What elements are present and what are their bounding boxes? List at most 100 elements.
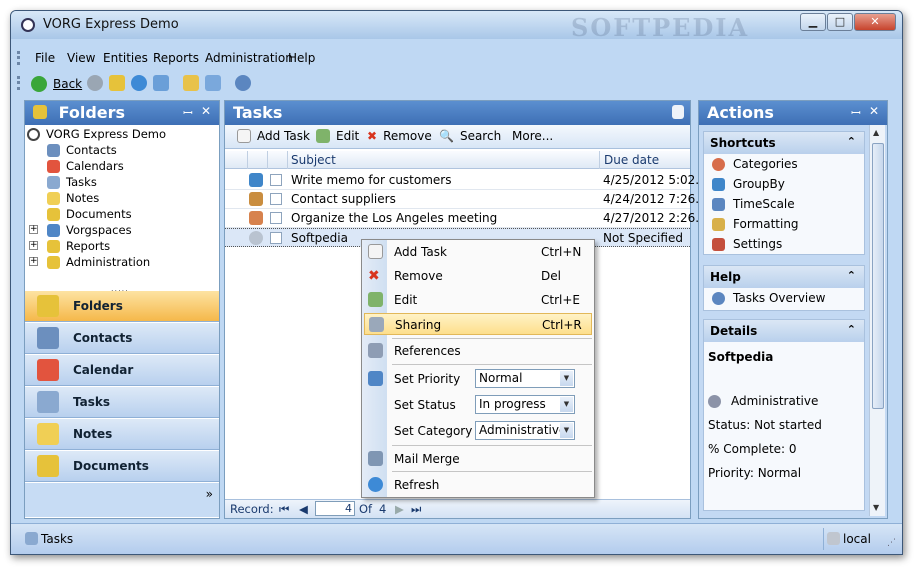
scroll-up-icon[interactable]: ▲ (873, 128, 879, 137)
folders-header-icon (33, 105, 47, 119)
app-icon (21, 18, 35, 32)
tree-item-documents[interactable]: Documents (47, 206, 132, 222)
ctx-set-status[interactable]: Set Status In progress ▼ (364, 394, 592, 416)
scroll-down-icon[interactable]: ▼ (873, 503, 879, 512)
more-button[interactable]: More... (512, 129, 553, 143)
ctx-edit[interactable]: Edit Ctrl+E (364, 289, 592, 311)
nav-folders[interactable]: Folders (25, 291, 219, 322)
tree-item-reports[interactable]: Reports (47, 238, 110, 254)
ctx-references[interactable]: References (364, 340, 592, 362)
minimize-button[interactable]: ▁ (800, 13, 826, 31)
pin-icon[interactable]: ꟷ (183, 104, 193, 121)
table-row[interactable]: Write memo for customers 4/25/2012 5:02.… (225, 171, 707, 190)
menu-reports[interactable]: Reports (153, 51, 199, 65)
task-checkbox[interactable] (270, 212, 282, 224)
expand-administration[interactable]: + (29, 257, 38, 266)
shortcut-timescale[interactable]: TimeScale (704, 194, 864, 214)
last-record-icon[interactable]: ⏭ (411, 502, 421, 517)
maximize-button[interactable]: □ (827, 13, 853, 31)
menu-entities[interactable]: Entities (103, 51, 148, 65)
close-window-button[interactable]: ✕ (854, 13, 896, 31)
menu-view[interactable]: View (67, 51, 95, 65)
chevron-down-icon[interactable]: ▼ (560, 423, 573, 438)
ctx-set-priority[interactable]: Set Priority Normal ▼ (364, 368, 592, 390)
shortcuts-header[interactable]: Shortcuts ⌃ (704, 132, 864, 154)
menu-help[interactable]: Help (288, 51, 315, 65)
column-subject[interactable]: Subject (291, 153, 336, 167)
layout-icon[interactable] (205, 75, 221, 91)
forward-icon[interactable] (87, 75, 103, 91)
help-header[interactable]: Help ⌃ (704, 266, 864, 288)
close-panel-icon[interactable]: ✕ (201, 104, 211, 118)
edit-button[interactable]: Edit (316, 129, 359, 143)
ctx-sharing[interactable]: Sharing Ctrl+R (364, 313, 592, 335)
shortcut-categories[interactable]: Categories (704, 154, 864, 174)
ctx-set-category[interactable]: Set Category Administrative ▼ (364, 420, 592, 442)
task-checkbox[interactable] (270, 232, 282, 244)
record-input[interactable]: 4 (315, 501, 355, 516)
tree-item-administration[interactable]: Administration (47, 254, 150, 270)
menu-administration[interactable]: Administration (205, 51, 293, 65)
resize-grip[interactable]: ⋰ (887, 538, 896, 548)
scroll-thumb[interactable] (872, 143, 884, 409)
folders-view-icon[interactable] (183, 75, 199, 91)
meeting-task-icon (249, 211, 263, 225)
menu-file[interactable]: File (35, 51, 55, 65)
tasks-title: Tasks (233, 103, 283, 122)
shortcut-formatting[interactable]: Formatting (704, 214, 864, 234)
nav-contacts[interactable]: Contacts (25, 323, 219, 354)
status-dropdown[interactable]: In progress ▼ (475, 395, 575, 414)
ctx-label: Refresh (394, 478, 440, 492)
collapse-icon[interactable]: ⌃ (847, 323, 856, 336)
task-checkbox[interactable] (270, 193, 282, 205)
tree-item-tasks[interactable]: Tasks (47, 174, 97, 190)
expand-reports[interactable]: + (29, 241, 38, 250)
nav-calendar[interactable]: Calendar (25, 355, 219, 386)
tasks-header-icon[interactable] (672, 105, 684, 119)
ctx-add-task[interactable]: Add Task Ctrl+N (364, 241, 592, 263)
shortcut-groupby[interactable]: GroupBy (704, 174, 864, 194)
refresh-icon[interactable] (131, 75, 147, 91)
collapse-icon[interactable]: ⌃ (847, 269, 856, 282)
category-dropdown[interactable]: Administrative ▼ (475, 421, 575, 440)
search-button[interactable]: 🔍 Search (439, 129, 501, 143)
task-checkbox[interactable] (270, 174, 282, 186)
expand-vorgspaces[interactable]: + (29, 225, 38, 234)
nav-notes[interactable]: Notes (25, 419, 219, 450)
next-record-icon[interactable]: ▶ (395, 502, 404, 516)
actions-scrollbar[interactable]: ▲ ▼ (869, 125, 885, 516)
table-row[interactable]: Contact suppliers 4/24/2012 7:26... (225, 190, 707, 209)
prev-record-icon[interactable]: ◀ (299, 502, 308, 516)
add-task-button[interactable]: Add Task (237, 129, 310, 143)
details-header[interactable]: Details ⌃ (704, 320, 864, 342)
ctx-remove[interactable]: ✖ Remove Del (364, 265, 592, 287)
tree-item-contacts[interactable]: Contacts (47, 142, 117, 158)
chevron-down-icon[interactable]: ▼ (560, 397, 573, 412)
collapse-icon[interactable]: ⌃ (847, 135, 856, 148)
back-button[interactable]: Back (31, 75, 82, 93)
table-row[interactable]: Organize the Los Angeles meeting 4/27/20… (225, 209, 707, 228)
folder-up-icon[interactable] (109, 75, 125, 91)
column-due-date[interactable]: Due date (604, 153, 659, 167)
nav-tasks[interactable]: Tasks (25, 387, 219, 418)
close-panel-icon[interactable]: ✕ (869, 104, 879, 118)
ctx-shortcut: Del (541, 269, 561, 283)
task-due: Not Specified (603, 231, 683, 245)
first-record-icon[interactable]: ⏮ (279, 502, 289, 517)
help-tasks-overview[interactable]: Tasks Overview (704, 288, 864, 308)
nav-documents[interactable]: Documents (25, 451, 219, 482)
tree-item-notes[interactable]: Notes (47, 190, 99, 206)
shortcut-settings[interactable]: Settings (704, 234, 864, 254)
chevron-down-icon[interactable]: ▼ (560, 371, 573, 386)
priority-dropdown[interactable]: Normal ▼ (475, 369, 575, 388)
ctx-mail-merge[interactable]: Mail Merge (364, 448, 592, 470)
tree-item-vorgspaces[interactable]: Vorgspaces (47, 222, 132, 238)
home-icon[interactable] (153, 75, 169, 91)
pin-icon[interactable]: ꟷ (851, 104, 861, 121)
ctx-refresh[interactable]: Refresh (364, 474, 592, 496)
configure-buttons-icon[interactable]: » (206, 487, 213, 501)
tree-item-calendars[interactable]: Calendars (47, 158, 124, 174)
help-icon[interactable] (235, 75, 251, 91)
remove-button[interactable]: ✖ Remove (367, 129, 432, 143)
tree-item-vorg[interactable]: VORG Express Demo (27, 126, 166, 142)
